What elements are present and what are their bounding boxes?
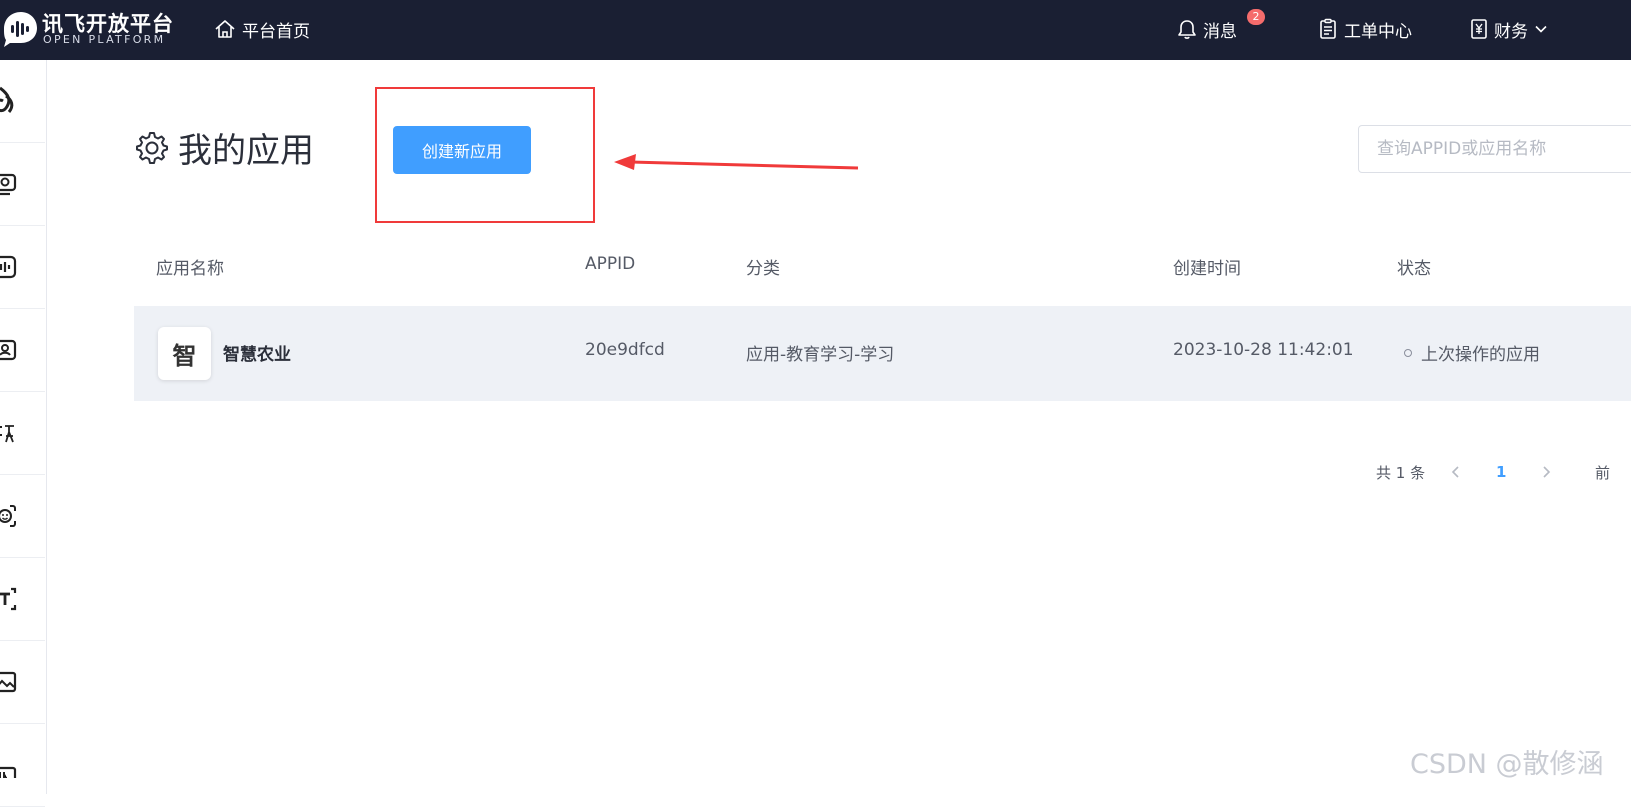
- message-count-badge: 2: [1247, 9, 1265, 25]
- table-row[interactable]: 智 智慧农业 20e9dfcd 应用-教育学习-学习 2023-10-28 11…: [134, 306, 1631, 401]
- nav-finance-label: 财务: [1494, 21, 1528, 42]
- nav-home-link[interactable]: 平台首页: [214, 12, 310, 46]
- chevron-down-icon: [1535, 25, 1547, 33]
- bell-icon: [1178, 20, 1196, 39]
- sidebar-item-monitor[interactable]: [0, 143, 45, 226]
- logo[interactable]: 讯飞开放平台 OPEN PLATFORM: [0, 4, 175, 52]
- column-header-appid: APPID: [585, 254, 636, 274]
- sidebar-item-face[interactable]: [0, 475, 45, 558]
- pagination-next[interactable]: [1540, 460, 1552, 484]
- gear-icon: [136, 132, 168, 164]
- image-icon: [0, 671, 17, 693]
- nlp-icon: [0, 766, 17, 778]
- top-navigation-bar: 讯飞开放平台 OPEN PLATFORM 平台首页 消息 2 工单中心 财务: [0, 0, 1631, 60]
- text-recognition-icon: [0, 587, 17, 611]
- sidebar-item-nlp[interactable]: [0, 724, 45, 807]
- app-category: 应用-教育学习-学习: [746, 345, 895, 365]
- column-header-status: 状态: [1397, 259, 1431, 279]
- speaker-icon: [0, 255, 17, 279]
- app-appid: 20e9dfcd: [585, 340, 665, 360]
- app-avatar: 智: [158, 327, 211, 380]
- translate-icon: [0, 425, 14, 443]
- column-header-created: 创建时间: [1173, 259, 1241, 279]
- chevron-right-icon: [1543, 466, 1551, 478]
- nav-finance[interactable]: 财务: [1470, 12, 1548, 46]
- column-header-name: 应用名称: [156, 259, 224, 279]
- face-icon: [0, 505, 16, 527]
- search-input[interactable]: [1358, 125, 1631, 173]
- app-name[interactable]: 智慧农业: [223, 340, 291, 365]
- page-header: 我的应用: [134, 122, 314, 172]
- nav-tickets[interactable]: 工单中心: [1318, 12, 1412, 46]
- app-status: 上次操作的应用: [1421, 345, 1540, 365]
- yen-receipt-icon: [1471, 19, 1487, 39]
- column-header-category: 分类: [746, 259, 780, 279]
- annotation-arrow-icon: [614, 154, 859, 170]
- nav-tickets-label: 工单中心: [1344, 21, 1412, 42]
- monitor-icon: [0, 173, 17, 196]
- nav-messages[interactable]: 消息 2: [1177, 9, 1265, 46]
- pagination-goto-label: 前: [1595, 463, 1611, 482]
- clipboard-icon: [1320, 18, 1336, 39]
- page-title: 我的应用: [178, 130, 314, 171]
- annotation-highlight-box: [375, 87, 595, 223]
- home-icon: [215, 20, 235, 38]
- app-created-time: 2023-10-28 11:42:01: [1173, 340, 1354, 360]
- watermark: CSDN @散修涵: [1410, 749, 1604, 780]
- status-dot-icon: [1404, 349, 1412, 357]
- sidebar-item-id-card[interactable]: [0, 309, 45, 392]
- sidebar-item-image[interactable]: [0, 641, 45, 724]
- spark-icon: [0, 86, 14, 113]
- nav-messages-label: 消息: [1203, 21, 1237, 42]
- sidebar: [0, 60, 47, 807]
- sidebar-item-text-recognition[interactable]: [0, 558, 45, 641]
- pagination-page[interactable]: 1: [1496, 460, 1506, 484]
- id-card-icon: [0, 339, 17, 361]
- pagination-prev[interactable]: [1450, 460, 1462, 484]
- sidebar-item-speaker[interactable]: [0, 226, 45, 309]
- pagination-total: 共 1 条: [1376, 463, 1426, 482]
- sidebar-item-spark[interactable]: [0, 60, 45, 143]
- logo-subtitle: OPEN PLATFORM: [43, 33, 166, 46]
- nav-home-label: 平台首页: [242, 21, 310, 42]
- sidebar-item-translate[interactable]: [0, 392, 45, 475]
- chevron-left-icon: [1451, 466, 1459, 478]
- logo-icon: [4, 12, 37, 47]
